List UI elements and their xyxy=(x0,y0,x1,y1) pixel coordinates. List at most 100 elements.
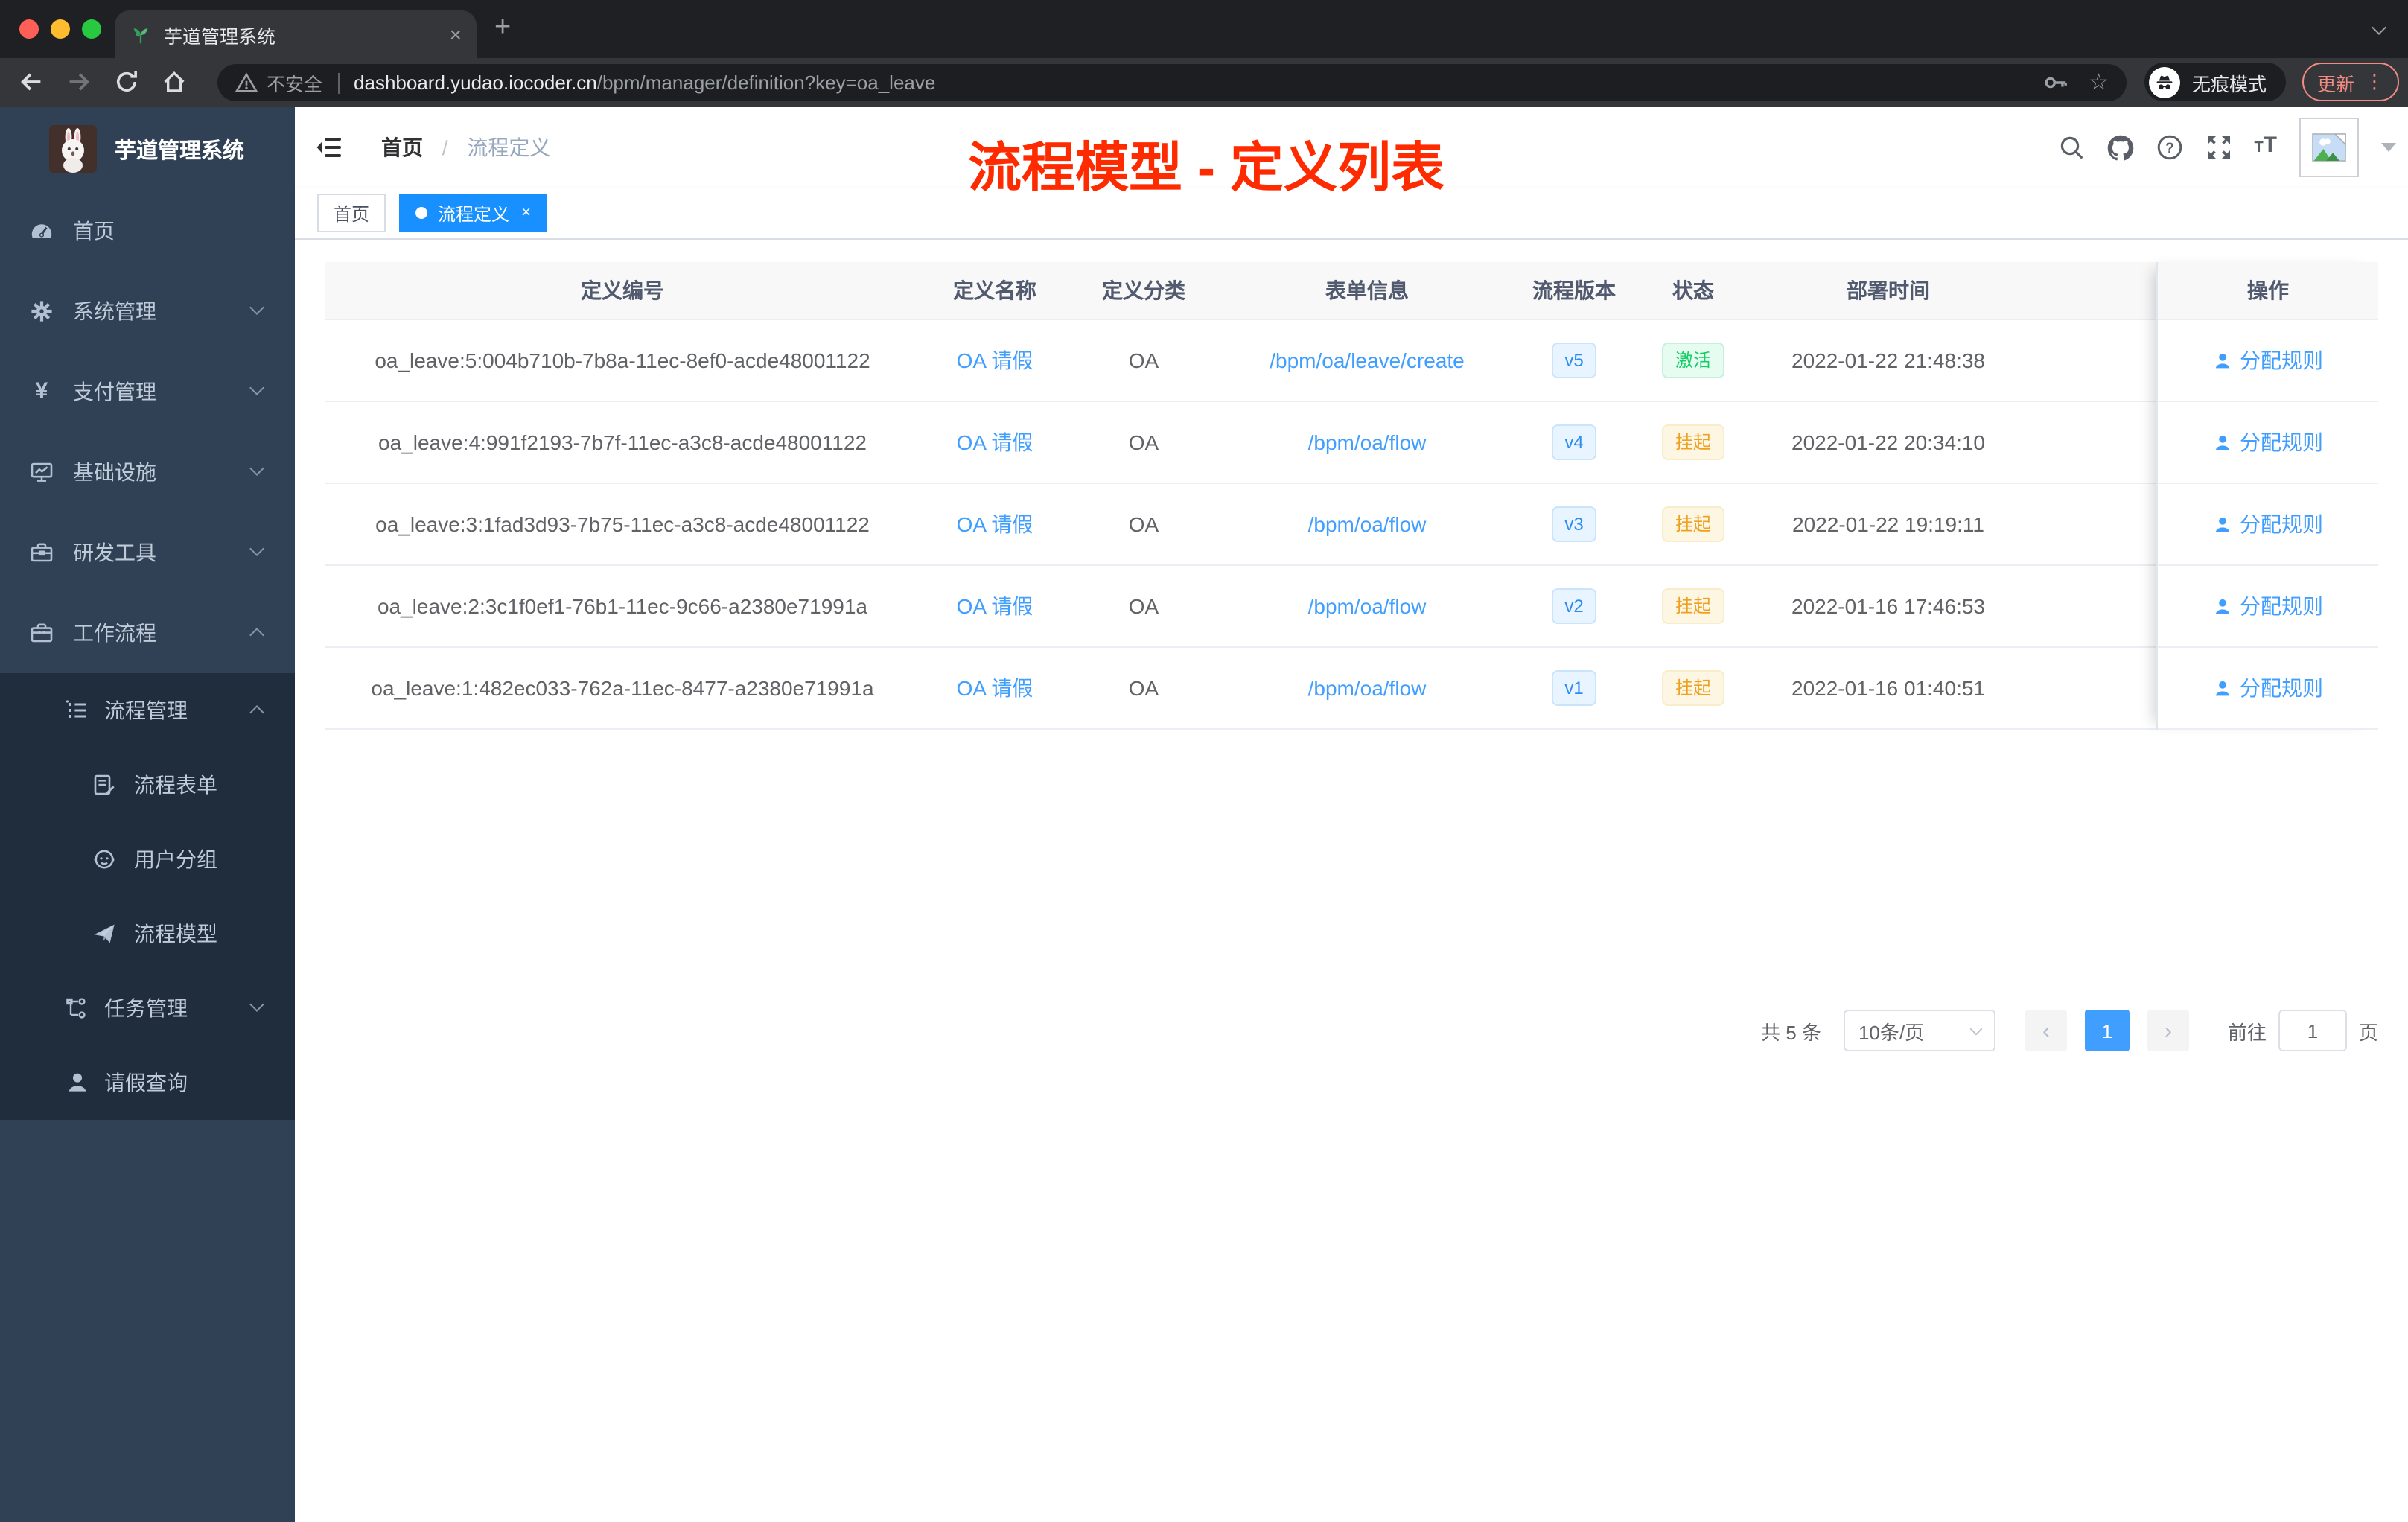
assign-rule-button[interactable]: 分配规则 xyxy=(2158,484,2378,566)
sidebar-item-home[interactable]: 首页 xyxy=(0,191,295,271)
assign-rule-button[interactable]: 分配规则 xyxy=(2158,320,2378,402)
sidebar-item-label: 流程管理 xyxy=(104,698,188,722)
next-page-button[interactable]: › xyxy=(2147,1010,2189,1051)
table-header-row: 定义编号 定义名称 定义分类 表单信息 流程版本 状态 部署时间 xyxy=(325,262,2378,320)
key-icon[interactable] xyxy=(2042,70,2068,95)
sidebar-item-process-management[interactable]: 流程管理 xyxy=(0,673,295,748)
col-header-deploy-time: 部署时间 xyxy=(1847,278,1930,302)
definition-name-link[interactable]: OA 请假 xyxy=(957,591,1033,621)
table-row: oa_leave:3:1fad3d93-7b75-11ec-a3c8-acde4… xyxy=(325,484,2378,566)
version-badge: v4 xyxy=(1551,424,1597,460)
definition-table: 定义编号 定义名称 定义分类 表单信息 流程版本 状态 部署时间 oa_leav… xyxy=(325,262,2378,730)
page-size-select[interactable]: 10条/页 xyxy=(1843,1010,1995,1051)
cell-definition-id: oa_leave:4:991f2193-7b7f-11ec-a3c8-acde4… xyxy=(378,430,867,454)
assign-rule-button[interactable]: 分配规则 xyxy=(2158,566,2378,648)
cell-category: OA xyxy=(1128,594,1159,618)
sidebar-item-payment[interactable]: ¥ 支付管理 xyxy=(0,351,295,432)
sidebar-item-dev-tools[interactable]: 研发工具 xyxy=(0,512,295,593)
goto-label: 前往 xyxy=(2227,1021,2267,1043)
cell-definition-id: oa_leave:5:004b710b-7b8a-11ec-8ef0-acde4… xyxy=(375,348,870,372)
chevron-down-icon xyxy=(249,300,264,315)
form-link[interactable]: /bpm/oa/flow xyxy=(1308,676,1427,700)
sidebar-collapse-icon[interactable] xyxy=(316,133,345,162)
tag-process-definition[interactable]: 流程定义 × xyxy=(399,194,547,232)
tag-home[interactable]: 首页 xyxy=(317,194,386,232)
pagination-total: 共 5 条 xyxy=(1761,1021,1821,1043)
fullscreen-icon[interactable] xyxy=(2205,134,2232,161)
cell-deploy-time: 2022-01-22 21:48:38 xyxy=(1791,348,1985,372)
svg-text:?: ? xyxy=(2165,141,2174,156)
list-icon xyxy=(66,698,89,722)
sidebar-item-leave-query[interactable]: 请假查询 xyxy=(0,1045,295,1120)
back-icon[interactable] xyxy=(18,69,45,95)
version-badge: v1 xyxy=(1551,670,1597,706)
workflow-submenu: 流程管理 流程表单 用户分组 流程模型 任务管理 请假查询 xyxy=(0,673,295,1120)
definition-name-link[interactable]: OA 请假 xyxy=(957,673,1033,703)
sidebar-item-workflow[interactable]: 工作流程 xyxy=(0,593,295,673)
definition-name-link[interactable]: OA 请假 xyxy=(957,509,1033,539)
breadcrumb-home[interactable]: 首页 xyxy=(381,136,423,159)
col-header-form-info: 表单信息 xyxy=(1325,278,1409,302)
active-dot-icon xyxy=(415,207,428,219)
forward-icon[interactable] xyxy=(66,69,92,95)
sidebar-item-task-management[interactable]: 任务管理 xyxy=(0,971,295,1045)
form-link[interactable]: /bpm/oa/flow xyxy=(1308,512,1427,536)
col-header-definition-name: 定义名称 xyxy=(953,278,1036,302)
github-icon[interactable] xyxy=(2106,134,2133,161)
sidebar-item-user-group[interactable]: 用户分组 xyxy=(0,822,295,897)
tag-close-icon[interactable]: × xyxy=(521,204,531,222)
address-bar[interactable]: 不安全 dashboard.yudao.iocoder.cn/bpm/manag… xyxy=(217,64,2127,101)
chevron-down-icon xyxy=(249,997,264,1012)
tab-search-chevron-icon[interactable] xyxy=(2372,20,2386,35)
chevron-up-icon xyxy=(249,705,264,720)
gear-icon xyxy=(30,299,54,323)
incognito-badge: 无痕模式 xyxy=(2144,63,2287,101)
form-link[interactable]: /bpm/oa/flow xyxy=(1308,594,1427,618)
sidebar-item-infrastructure[interactable]: 基础设施 xyxy=(0,432,295,512)
goto-page-input[interactable] xyxy=(2278,1010,2347,1051)
definition-name-link[interactable]: OA 请假 xyxy=(957,346,1033,375)
help-icon[interactable]: ? xyxy=(2156,134,2182,161)
cell-category: OA xyxy=(1128,512,1159,536)
browser-tab[interactable]: 芋道管理系统 × xyxy=(115,10,477,58)
cell-category: OA xyxy=(1128,676,1159,700)
browser-menu-dots-icon[interactable]: ⋮ xyxy=(2365,70,2384,94)
macos-minimize-button[interactable] xyxy=(51,19,70,39)
sidebar-item-label: 流程模型 xyxy=(134,922,217,946)
form-link[interactable]: /bpm/oa/leave/create xyxy=(1270,348,1465,372)
person-icon xyxy=(66,1071,89,1095)
font-size-icon[interactable]: TT xyxy=(2254,133,2277,162)
url-text[interactable]: dashboard.yudao.iocoder.cn/bpm/manager/d… xyxy=(354,71,2042,94)
page-number-button[interactable]: 1 xyxy=(2084,1010,2130,1051)
avatar-dropdown-caret-icon[interactable] xyxy=(2381,143,2396,152)
briefcase-icon xyxy=(30,621,54,645)
avatar[interactable] xyxy=(2299,118,2359,177)
prev-page-button[interactable]: ‹ xyxy=(2025,1010,2067,1051)
home-icon[interactable] xyxy=(161,69,188,95)
macos-close-button[interactable] xyxy=(19,19,39,39)
cell-deploy-time: 2022-01-16 17:46:53 xyxy=(1791,594,1985,618)
sidebar-item-process-form[interactable]: 流程表单 xyxy=(0,748,295,822)
sidebar-item-label: 工作流程 xyxy=(73,621,156,645)
assign-rule-button[interactable]: 分配规则 xyxy=(2158,402,2378,484)
assign-rule-button[interactable]: 分配规则 xyxy=(2158,648,2378,730)
tab-close-icon[interactable]: × xyxy=(450,22,462,46)
search-icon[interactable] xyxy=(2057,134,2084,161)
fixed-operations-column: 操作 分配规则 分配规则 分配规则 分配规则 分配规则 xyxy=(2156,262,2378,730)
macos-zoom-button[interactable] xyxy=(82,19,101,39)
col-header-definition-category: 定义分类 xyxy=(1102,278,1185,302)
sidebar-item-system[interactable]: 系统管理 xyxy=(0,271,295,351)
new-tab-icon[interactable]: + xyxy=(494,12,511,45)
bookmark-star-icon[interactable]: ☆ xyxy=(2089,71,2109,94)
browser-update-button[interactable]: 更新 ⋮ xyxy=(2302,63,2400,101)
cell-category: OA xyxy=(1128,430,1159,454)
version-badge: v5 xyxy=(1551,343,1597,378)
form-link[interactable]: /bpm/oa/flow xyxy=(1308,430,1427,454)
reload-icon[interactable] xyxy=(113,69,140,95)
sidebar-logo-row[interactable]: 芋道管理系统 xyxy=(0,107,295,191)
sidebar-item-process-model[interactable]: 流程模型 xyxy=(0,897,295,971)
cell-deploy-time: 2022-01-16 01:40:51 xyxy=(1791,676,1985,700)
security-label[interactable]: 不安全 xyxy=(267,69,322,97)
sidebar-item-label: 用户分组 xyxy=(134,847,217,871)
definition-name-link[interactable]: OA 请假 xyxy=(957,427,1033,457)
